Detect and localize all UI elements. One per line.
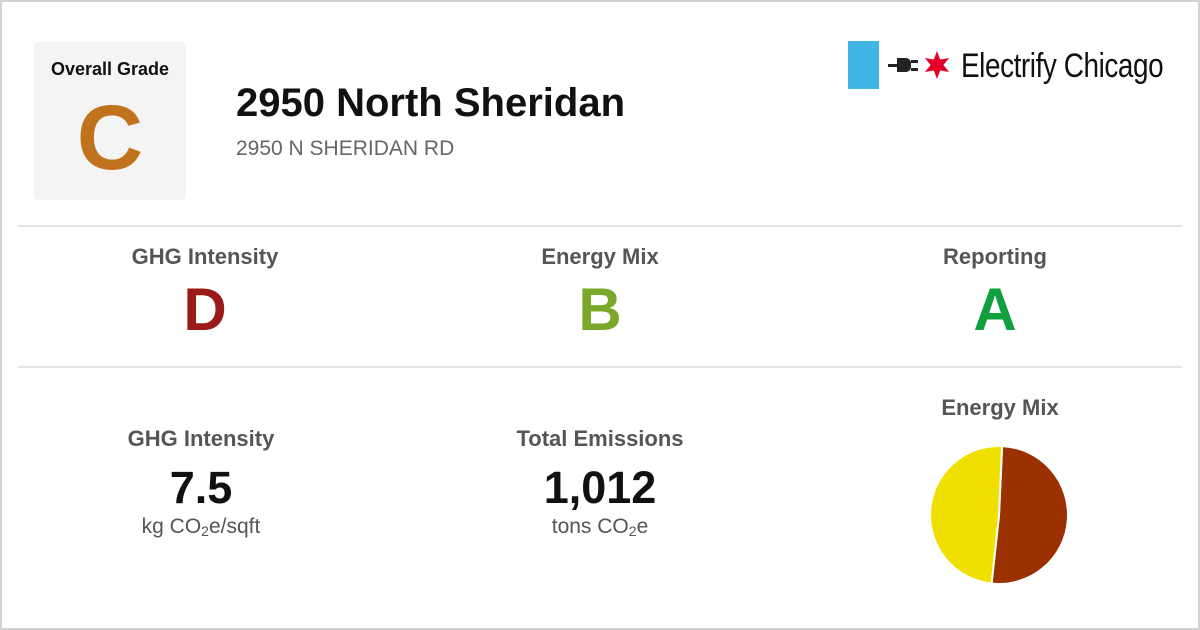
stat-unit: tons CO2e bbox=[551, 514, 649, 539]
stat-label: GHG Intensity bbox=[127, 426, 275, 451]
brand-accent-block bbox=[848, 41, 879, 89]
pie-slice-1 bbox=[929, 445, 1004, 585]
reporting-grade: Reporting A bbox=[805, 244, 1185, 340]
grade-letter: A bbox=[973, 276, 1017, 343]
grade-label: Reporting bbox=[943, 244, 1047, 269]
grade-letter: B bbox=[578, 276, 622, 343]
divider-top bbox=[18, 225, 1182, 227]
ghg-intensity-stat: GHG Intensity 7.5 kg CO2e/sqft bbox=[11, 426, 391, 539]
overall-grade-card: Overall Grade C bbox=[34, 42, 186, 200]
plug-icon bbox=[888, 58, 918, 72]
stat-value: 7.5 bbox=[169, 462, 233, 513]
grade-label: GHG Intensity bbox=[131, 244, 279, 269]
building-name: 2950 North Sheridan bbox=[236, 81, 626, 125]
energy-mix-pie-chart bbox=[929, 445, 1069, 585]
stat-unit: kg CO2e/sqft bbox=[141, 514, 261, 539]
ghg-intensity-grade: GHG Intensity D bbox=[15, 244, 395, 340]
energy-mix-chart-header: Energy Mix bbox=[800, 395, 1200, 421]
energy-mix-grade: Energy Mix B bbox=[410, 244, 790, 340]
energy-mix-label: Energy Mix bbox=[941, 395, 1059, 420]
grade-letter: D bbox=[183, 276, 227, 343]
divider-middle bbox=[18, 366, 1182, 368]
brand-name: Electrify Chicago bbox=[961, 47, 1164, 85]
brand-logo[interactable]: Electrify Chicago bbox=[848, 41, 1178, 89]
pie-slice-0 bbox=[990, 445, 1069, 585]
grade-label: Energy Mix bbox=[541, 244, 659, 269]
total-emissions-stat: Total Emissions 1,012 tons CO2e bbox=[410, 426, 790, 539]
stat-label: Total Emissions bbox=[516, 426, 684, 451]
building-address: 2950 N SHERIDAN RD bbox=[236, 137, 455, 160]
stat-value: 1,012 bbox=[543, 462, 657, 513]
overall-grade-letter: C bbox=[76, 87, 144, 189]
chicago-star-icon bbox=[924, 51, 950, 79]
overall-grade-label: Overall Grade bbox=[50, 59, 170, 79]
